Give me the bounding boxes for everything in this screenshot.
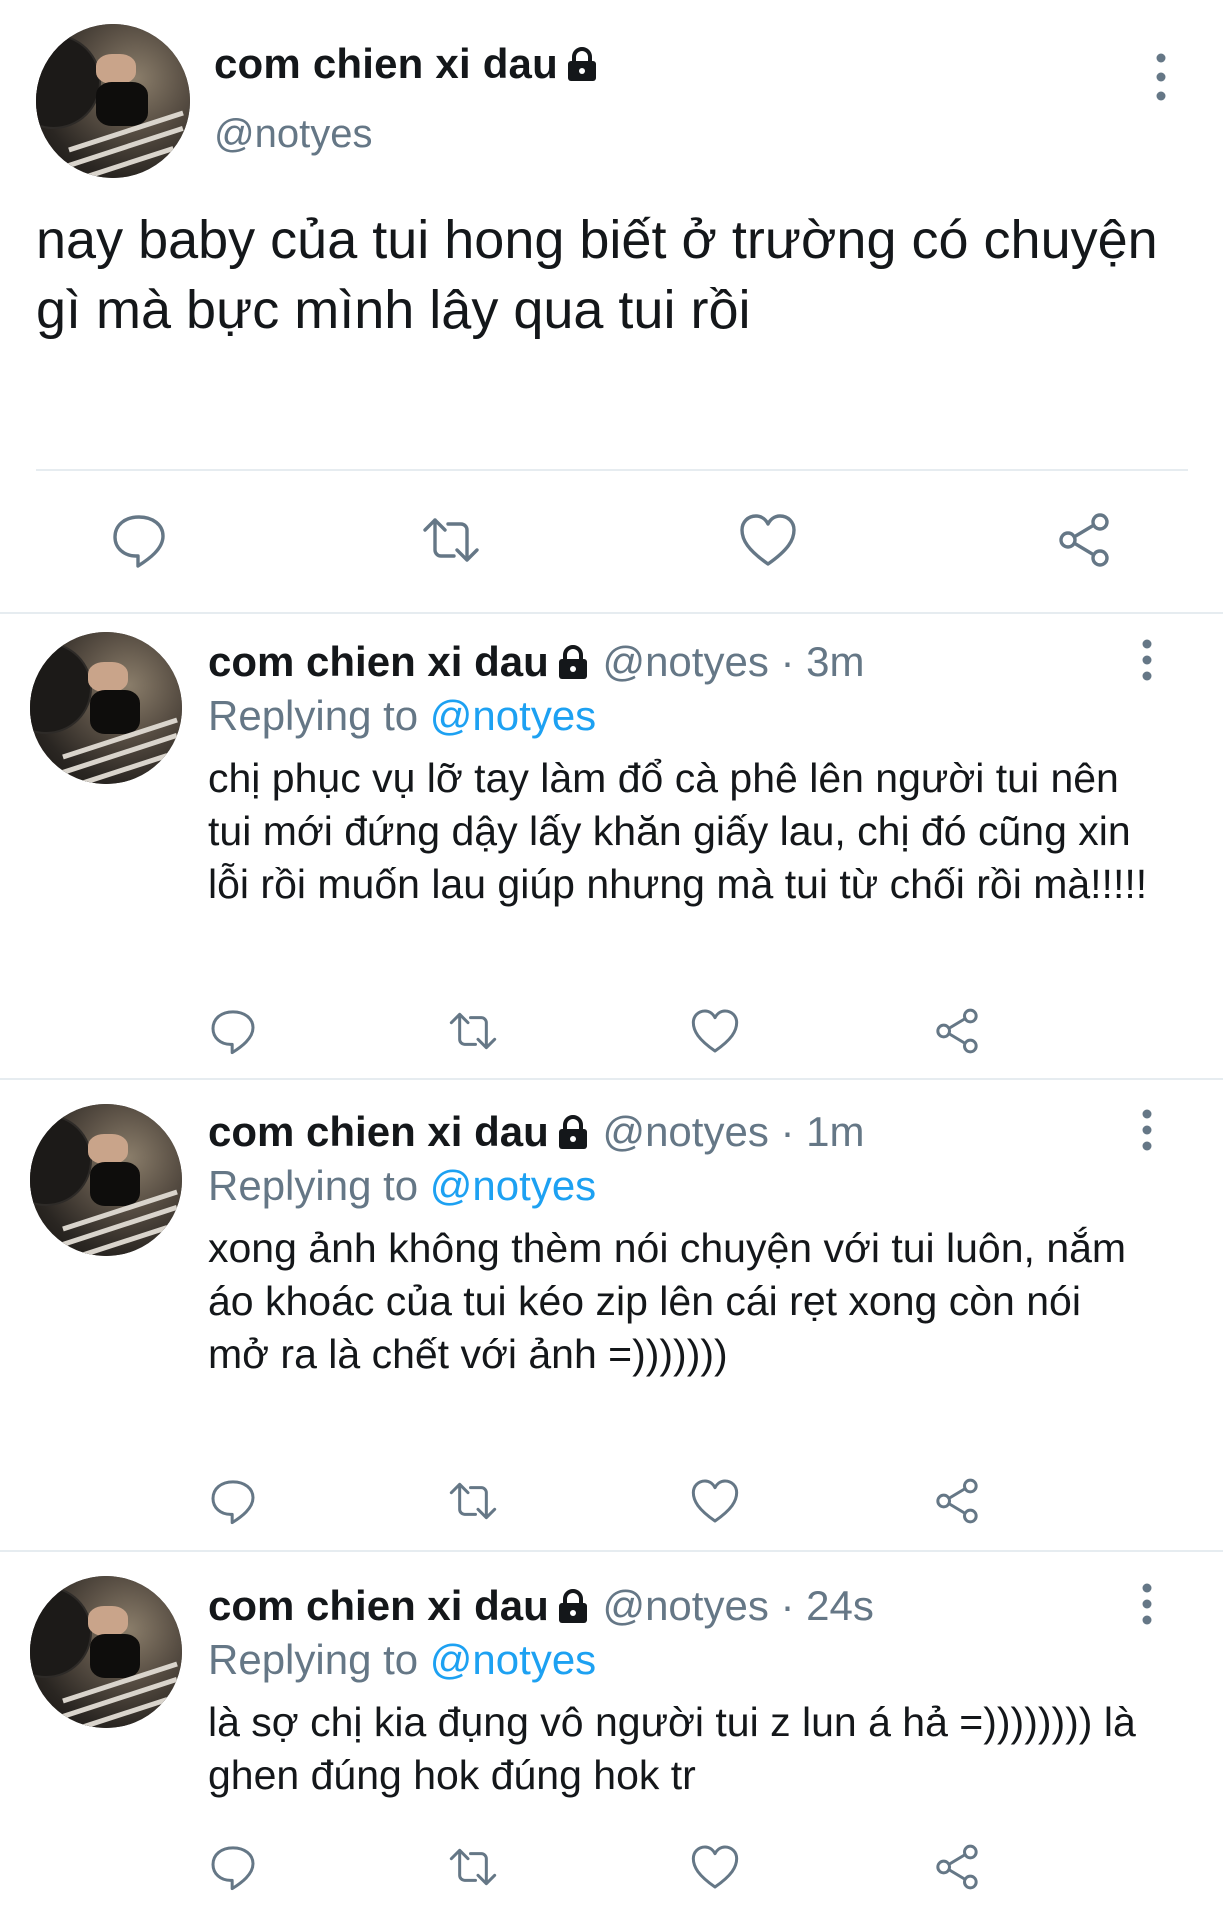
retweet-icon[interactable] bbox=[421, 510, 481, 570]
main-tweet: com chien xi dau @notyes nay baby của tu… bbox=[0, 0, 1223, 612]
retweet-icon[interactable] bbox=[448, 1006, 498, 1056]
retweet-icon[interactable] bbox=[448, 1476, 498, 1526]
replying-to: Replying to @notyes bbox=[208, 1636, 596, 1684]
author-handle: @notyes bbox=[602, 1108, 769, 1155]
replying-to: Replying to @notyes bbox=[208, 692, 596, 740]
reply-tweet: com chien xi dau @notyes · 1m Replying t… bbox=[0, 1080, 1223, 1550]
author-name: com chien xi dau bbox=[208, 1582, 549, 1629]
like-icon[interactable] bbox=[690, 1006, 740, 1056]
retweet-icon[interactable] bbox=[448, 1842, 498, 1892]
author-line[interactable]: com chien xi dau @notyes · 24s bbox=[208, 1582, 874, 1630]
reply-tweet: com chien xi dau @notyes · 3m Replying t… bbox=[0, 614, 1223, 1078]
timestamp: · 24s bbox=[780, 1582, 874, 1629]
tweet-text: chị phục vụ lỡ tay làm đổ cà phê lên ngư… bbox=[208, 755, 1148, 907]
replying-to: Replying to @notyes bbox=[208, 1162, 596, 1210]
reply-icon[interactable] bbox=[208, 1842, 258, 1892]
share-icon[interactable] bbox=[932, 1842, 982, 1892]
tweet-text: nay baby của tui hong biết ở trường có c… bbox=[36, 210, 1158, 340]
author-name[interactable]: com chien xi dau bbox=[214, 40, 600, 88]
lock-icon bbox=[555, 1115, 591, 1149]
avatar[interactable] bbox=[36, 24, 190, 178]
like-icon[interactable] bbox=[690, 1476, 740, 1526]
share-icon[interactable] bbox=[932, 1476, 982, 1526]
replying-mention[interactable]: @notyes bbox=[430, 1162, 596, 1209]
reply-icon[interactable] bbox=[208, 1476, 258, 1526]
replying-mention[interactable]: @notyes bbox=[430, 1636, 596, 1683]
reply-tweet: com chien xi dau @notyes · 24s Replying … bbox=[0, 1552, 1223, 1920]
share-icon[interactable] bbox=[1054, 510, 1114, 570]
timestamp: · 1m bbox=[780, 1108, 865, 1155]
author-name: com chien xi dau bbox=[208, 638, 549, 685]
reply-icon[interactable] bbox=[208, 1006, 258, 1056]
author-handle: @notyes bbox=[602, 638, 769, 685]
share-icon[interactable] bbox=[932, 1006, 982, 1056]
lock-icon bbox=[564, 47, 600, 81]
author-name: com chien xi dau bbox=[208, 1108, 549, 1155]
like-icon[interactable] bbox=[690, 1842, 740, 1892]
author-name-text: com chien xi dau bbox=[214, 40, 558, 87]
tweet-text: là sợ chị kia đụng vô người tui z lun á … bbox=[208, 1699, 1136, 1798]
avatar[interactable] bbox=[30, 632, 182, 784]
replying-prefix: Replying to bbox=[208, 692, 419, 739]
author-handle[interactable]: @notyes bbox=[214, 112, 372, 157]
timestamp: · 3m bbox=[780, 638, 865, 685]
replying-mention[interactable]: @notyes bbox=[430, 692, 596, 739]
avatar[interactable] bbox=[30, 1576, 182, 1728]
avatar[interactable] bbox=[30, 1104, 182, 1256]
author-line[interactable]: com chien xi dau @notyes · 1m bbox=[208, 1108, 865, 1156]
like-icon[interactable] bbox=[738, 510, 798, 570]
more-icon[interactable] bbox=[1132, 1582, 1162, 1626]
replying-prefix: Replying to bbox=[208, 1162, 419, 1209]
lock-icon bbox=[555, 1589, 591, 1623]
divider bbox=[36, 469, 1188, 471]
more-icon[interactable] bbox=[1132, 1108, 1162, 1152]
reply-icon[interactable] bbox=[109, 510, 169, 570]
replying-prefix: Replying to bbox=[208, 1636, 419, 1683]
lock-icon bbox=[555, 645, 591, 679]
author-line[interactable]: com chien xi dau @notyes · 3m bbox=[208, 638, 865, 686]
tweet-text: xong ảnh không thèm nói chuyện với tui l… bbox=[208, 1225, 1127, 1377]
more-icon[interactable] bbox=[1132, 638, 1162, 682]
author-handle: @notyes bbox=[602, 1582, 769, 1629]
more-icon[interactable] bbox=[1146, 52, 1176, 102]
